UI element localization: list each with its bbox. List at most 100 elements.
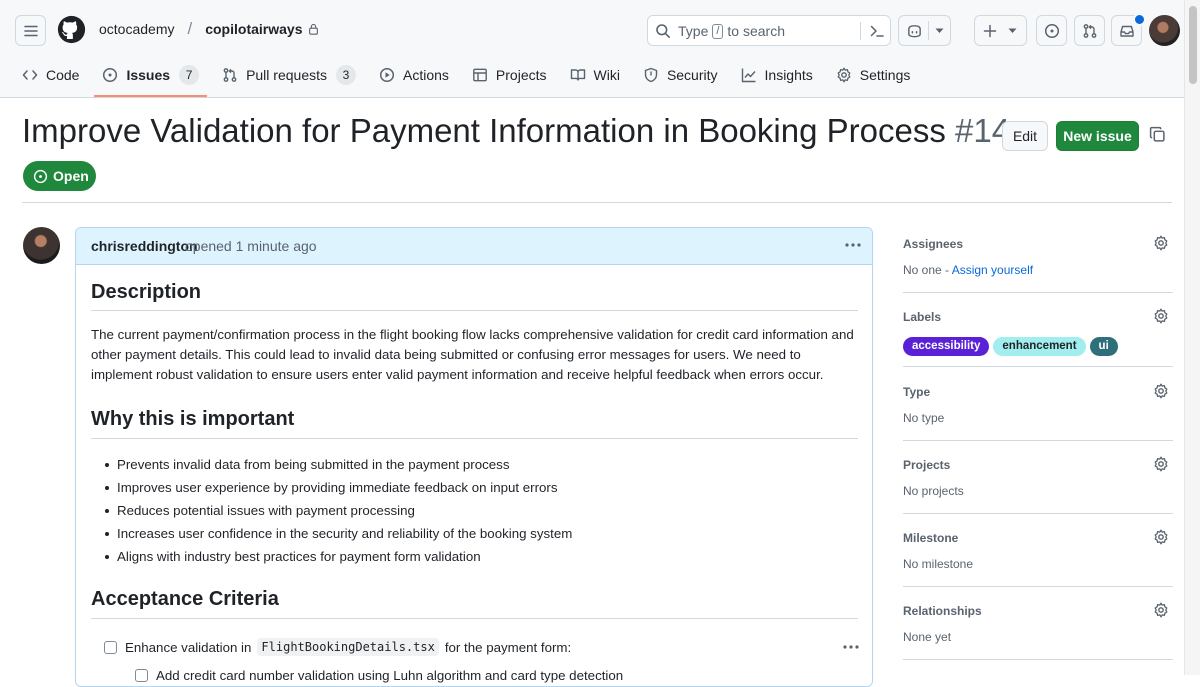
comment-author-link[interactable]: chrisreddington (91, 238, 198, 254)
tab-security[interactable]: Security (643, 60, 718, 90)
copilot-button[interactable] (898, 15, 951, 46)
search-input[interactable]: Type / to search (647, 15, 891, 46)
chevron-down-icon[interactable] (935, 28, 944, 34)
task-list-item: Add credit card number validation using … (135, 668, 623, 683)
issues-counter: 7 (179, 65, 200, 85)
author-avatar[interactable] (23, 227, 60, 264)
tab-issues-label: Issues (126, 67, 171, 83)
copilot-icon (908, 24, 921, 37)
page-scrollbar[interactable] (1184, 0, 1200, 675)
labels-list: accessibility enhancement ui (903, 337, 1122, 356)
description-paragraph: The current payment/confirmation process… (91, 327, 854, 382)
git-pull-request-icon (1083, 23, 1096, 38)
issue-opened-icon (103, 67, 118, 83)
scrollbar-thumb[interactable] (1189, 6, 1197, 84)
label-enhancement[interactable]: enhancement (993, 337, 1086, 356)
your-pull-requests-button[interactable] (1074, 15, 1105, 46)
comment-header: chrisreddington opened 1 minute ago (76, 228, 872, 265)
tab-issues[interactable]: Issues 7 (94, 60, 207, 97)
gear-icon[interactable] (1153, 602, 1169, 618)
heading-description: Description (91, 281, 202, 303)
gear-icon[interactable] (1153, 456, 1169, 472)
code-icon (22, 70, 38, 80)
pull-requests-counter: 3 (336, 65, 356, 85)
heading-rule (91, 310, 858, 311)
sidebar-divider (903, 513, 1173, 514)
git-pull-request-icon (223, 68, 237, 82)
gear-icon[interactable] (1153, 529, 1169, 545)
play-icon (379, 67, 395, 83)
gear-icon[interactable] (1153, 308, 1169, 324)
github-logo-icon[interactable] (57, 15, 86, 44)
your-issues-button[interactable] (1036, 15, 1067, 46)
breadcrumb-repo-link[interactable]: copilotairways (205, 21, 302, 37)
tab-code[interactable]: Code (22, 60, 79, 90)
chevron-down-icon (1008, 28, 1017, 33)
issue-opened-icon (33, 169, 48, 183)
create-new-button[interactable] (974, 15, 1027, 46)
search-icon (656, 24, 670, 38)
tab-insights-label: Insights (764, 67, 813, 83)
menu-icon (23, 25, 38, 36)
tab-actions[interactable]: Actions (379, 60, 449, 90)
sidebar-relationships-title: Relationships (903, 604, 982, 618)
tab-pull-requests[interactable]: Pull requests 3 (222, 60, 356, 90)
sidebar-milestone-value: No milestone (903, 557, 974, 571)
assign-yourself-link[interactable]: Assign yourself (952, 263, 1033, 277)
gear-icon[interactable] (1153, 235, 1169, 251)
search-shortcut-key: / (712, 23, 724, 39)
task-checkbox[interactable] (104, 640, 117, 654)
breadcrumb-separator: / (187, 19, 193, 38)
tab-pull-requests-label: Pull requests (246, 67, 327, 83)
sidebar-labels-title: Labels (903, 310, 942, 324)
list-item: Improves user experience by providing im… (104, 476, 572, 499)
tab-wiki-label: Wiki (593, 67, 620, 83)
hamburger-menu-button[interactable] (15, 15, 46, 46)
graph-icon (741, 68, 756, 83)
sidebar-projects-title: Projects (903, 458, 951, 472)
tab-actions-label: Actions (403, 67, 449, 83)
lock-icon (309, 23, 319, 35)
tab-security-label: Security (666, 67, 718, 83)
command-palette-icon[interactable] (869, 23, 885, 39)
user-avatar[interactable] (1149, 15, 1180, 46)
sidebar-divider (903, 440, 1173, 441)
gear-icon (837, 67, 851, 83)
breadcrumb-owner-link[interactable]: octocademy (99, 21, 174, 37)
comment-timestamp[interactable]: opened 1 minute ago (185, 238, 317, 254)
copy-icon[interactable] (1149, 126, 1166, 143)
sidebar-divider (903, 366, 1173, 367)
issue-body-comment: chrisreddington opened 1 minute ago Desc… (75, 227, 873, 687)
list-item: Prevents invalid data from being submitt… (104, 453, 572, 476)
status-badge-label: Open (53, 168, 89, 184)
list-item: Aligns with industry best practices for … (104, 545, 572, 568)
task-text: Enhance validation in (125, 639, 252, 655)
issue-title: Improve Validation for Payment Informati… (22, 112, 1010, 150)
task-list-item: Enhance validation in FlightBookingDetai… (104, 638, 571, 656)
heading-rule (91, 618, 858, 619)
label-ui[interactable]: ui (1089, 337, 1118, 356)
sidebar-type-value: No type (903, 411, 945, 425)
list-item: Reduces potential issues with payment pr… (104, 499, 572, 522)
task-checkbox[interactable] (135, 669, 148, 682)
edit-button[interactable]: Edit (1002, 121, 1048, 151)
new-issue-button[interactable]: New issue (1056, 121, 1139, 151)
top-header: octocademy / copilotairways Type / to se… (0, 0, 1200, 98)
issue-title-text: Improve Validation for Payment Informati… (22, 112, 946, 149)
gear-icon[interactable] (1153, 383, 1169, 399)
tab-wiki[interactable]: Wiki (570, 60, 620, 90)
label-accessibility[interactable]: accessibility (903, 337, 990, 356)
tab-projects-label: Projects (495, 67, 547, 83)
sidebar-divider (903, 292, 1173, 293)
kebab-horizontal-icon[interactable] (843, 645, 859, 649)
kebab-horizontal-icon[interactable] (845, 243, 861, 247)
sidebar-assignees-value: No one - Assign yourself (903, 263, 1033, 277)
sidebar-projects-value: No projects (903, 484, 964, 498)
tab-settings-label: Settings (859, 67, 911, 83)
breadcrumb: octocademy / copilotairways (99, 19, 319, 39)
tab-insights[interactable]: Insights (741, 60, 813, 90)
tab-settings[interactable]: Settings (836, 60, 911, 90)
issue-opened-icon (1044, 23, 1059, 38)
notifications-button[interactable] (1111, 13, 1146, 46)
tab-projects[interactable]: Projects (472, 60, 547, 90)
